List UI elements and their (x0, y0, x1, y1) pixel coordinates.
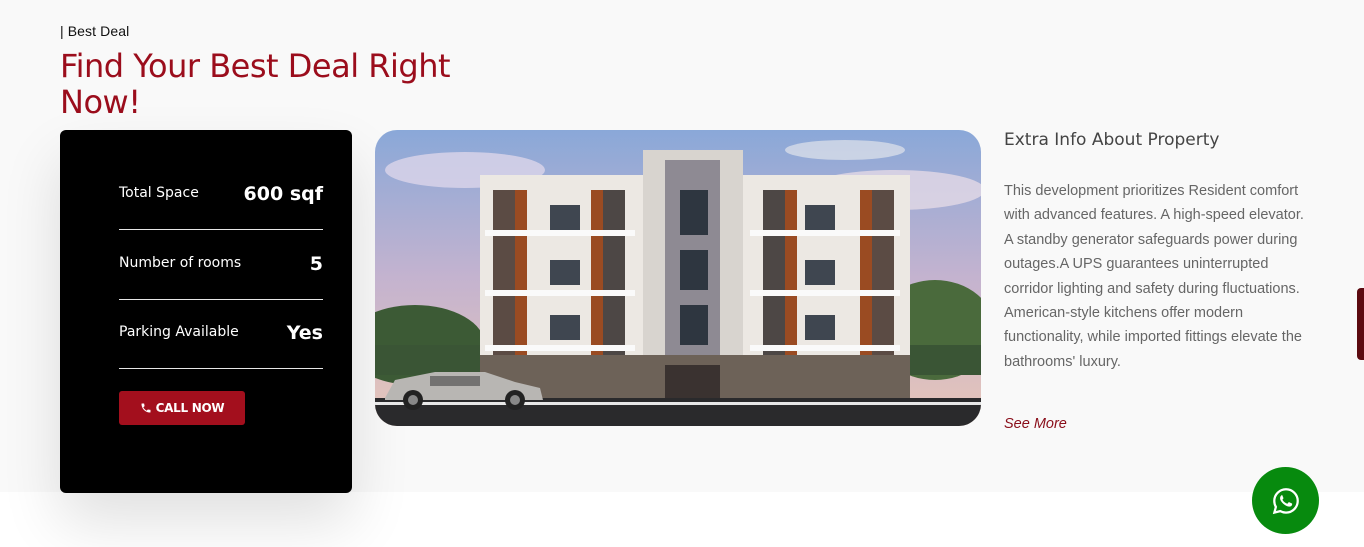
call-now-button[interactable]: CALL NOW (119, 391, 245, 425)
side-tab[interactable] (1357, 288, 1364, 360)
stat-value: Yes (286, 322, 323, 344)
title-line-2: Now! (60, 83, 141, 121)
property-stats-card: Total Space 600 sqf Number of rooms 5 Pa… (60, 130, 352, 493)
stat-value: 5 (309, 253, 323, 275)
stat-value: 600 sqf (243, 183, 323, 205)
call-now-label: CALL NOW (155, 401, 225, 415)
whatsapp-icon (1272, 487, 1299, 514)
title-line-1: Find Your Best Deal Right (60, 47, 451, 85)
stat-label: Number of rooms (119, 255, 242, 271)
stat-label: Parking Available (119, 324, 239, 340)
page-title: Find Your Best Deal Right Now! (60, 48, 480, 120)
phone-icon (141, 403, 151, 413)
best-deal-section: | Best Deal Find Your Best Deal Right No… (0, 0, 1364, 493)
whatsapp-button[interactable] (1252, 467, 1319, 534)
stat-label: Total Space (119, 185, 199, 201)
section-eyebrow: | Best Deal (60, 23, 130, 39)
stat-row-rooms: Number of rooms 5 (119, 229, 323, 300)
extra-info-description: This development prioritizes Resident co… (1004, 183, 1304, 370)
extra-info-title: Extra Info About Property (1004, 130, 1220, 150)
property-photo (375, 130, 981, 426)
stat-row-total-space: Total Space 600 sqf (119, 159, 323, 230)
stat-row-parking: Parking Available Yes (119, 298, 323, 369)
building-illustration (375, 130, 981, 426)
see-more-link[interactable]: See More (1004, 416, 1067, 432)
